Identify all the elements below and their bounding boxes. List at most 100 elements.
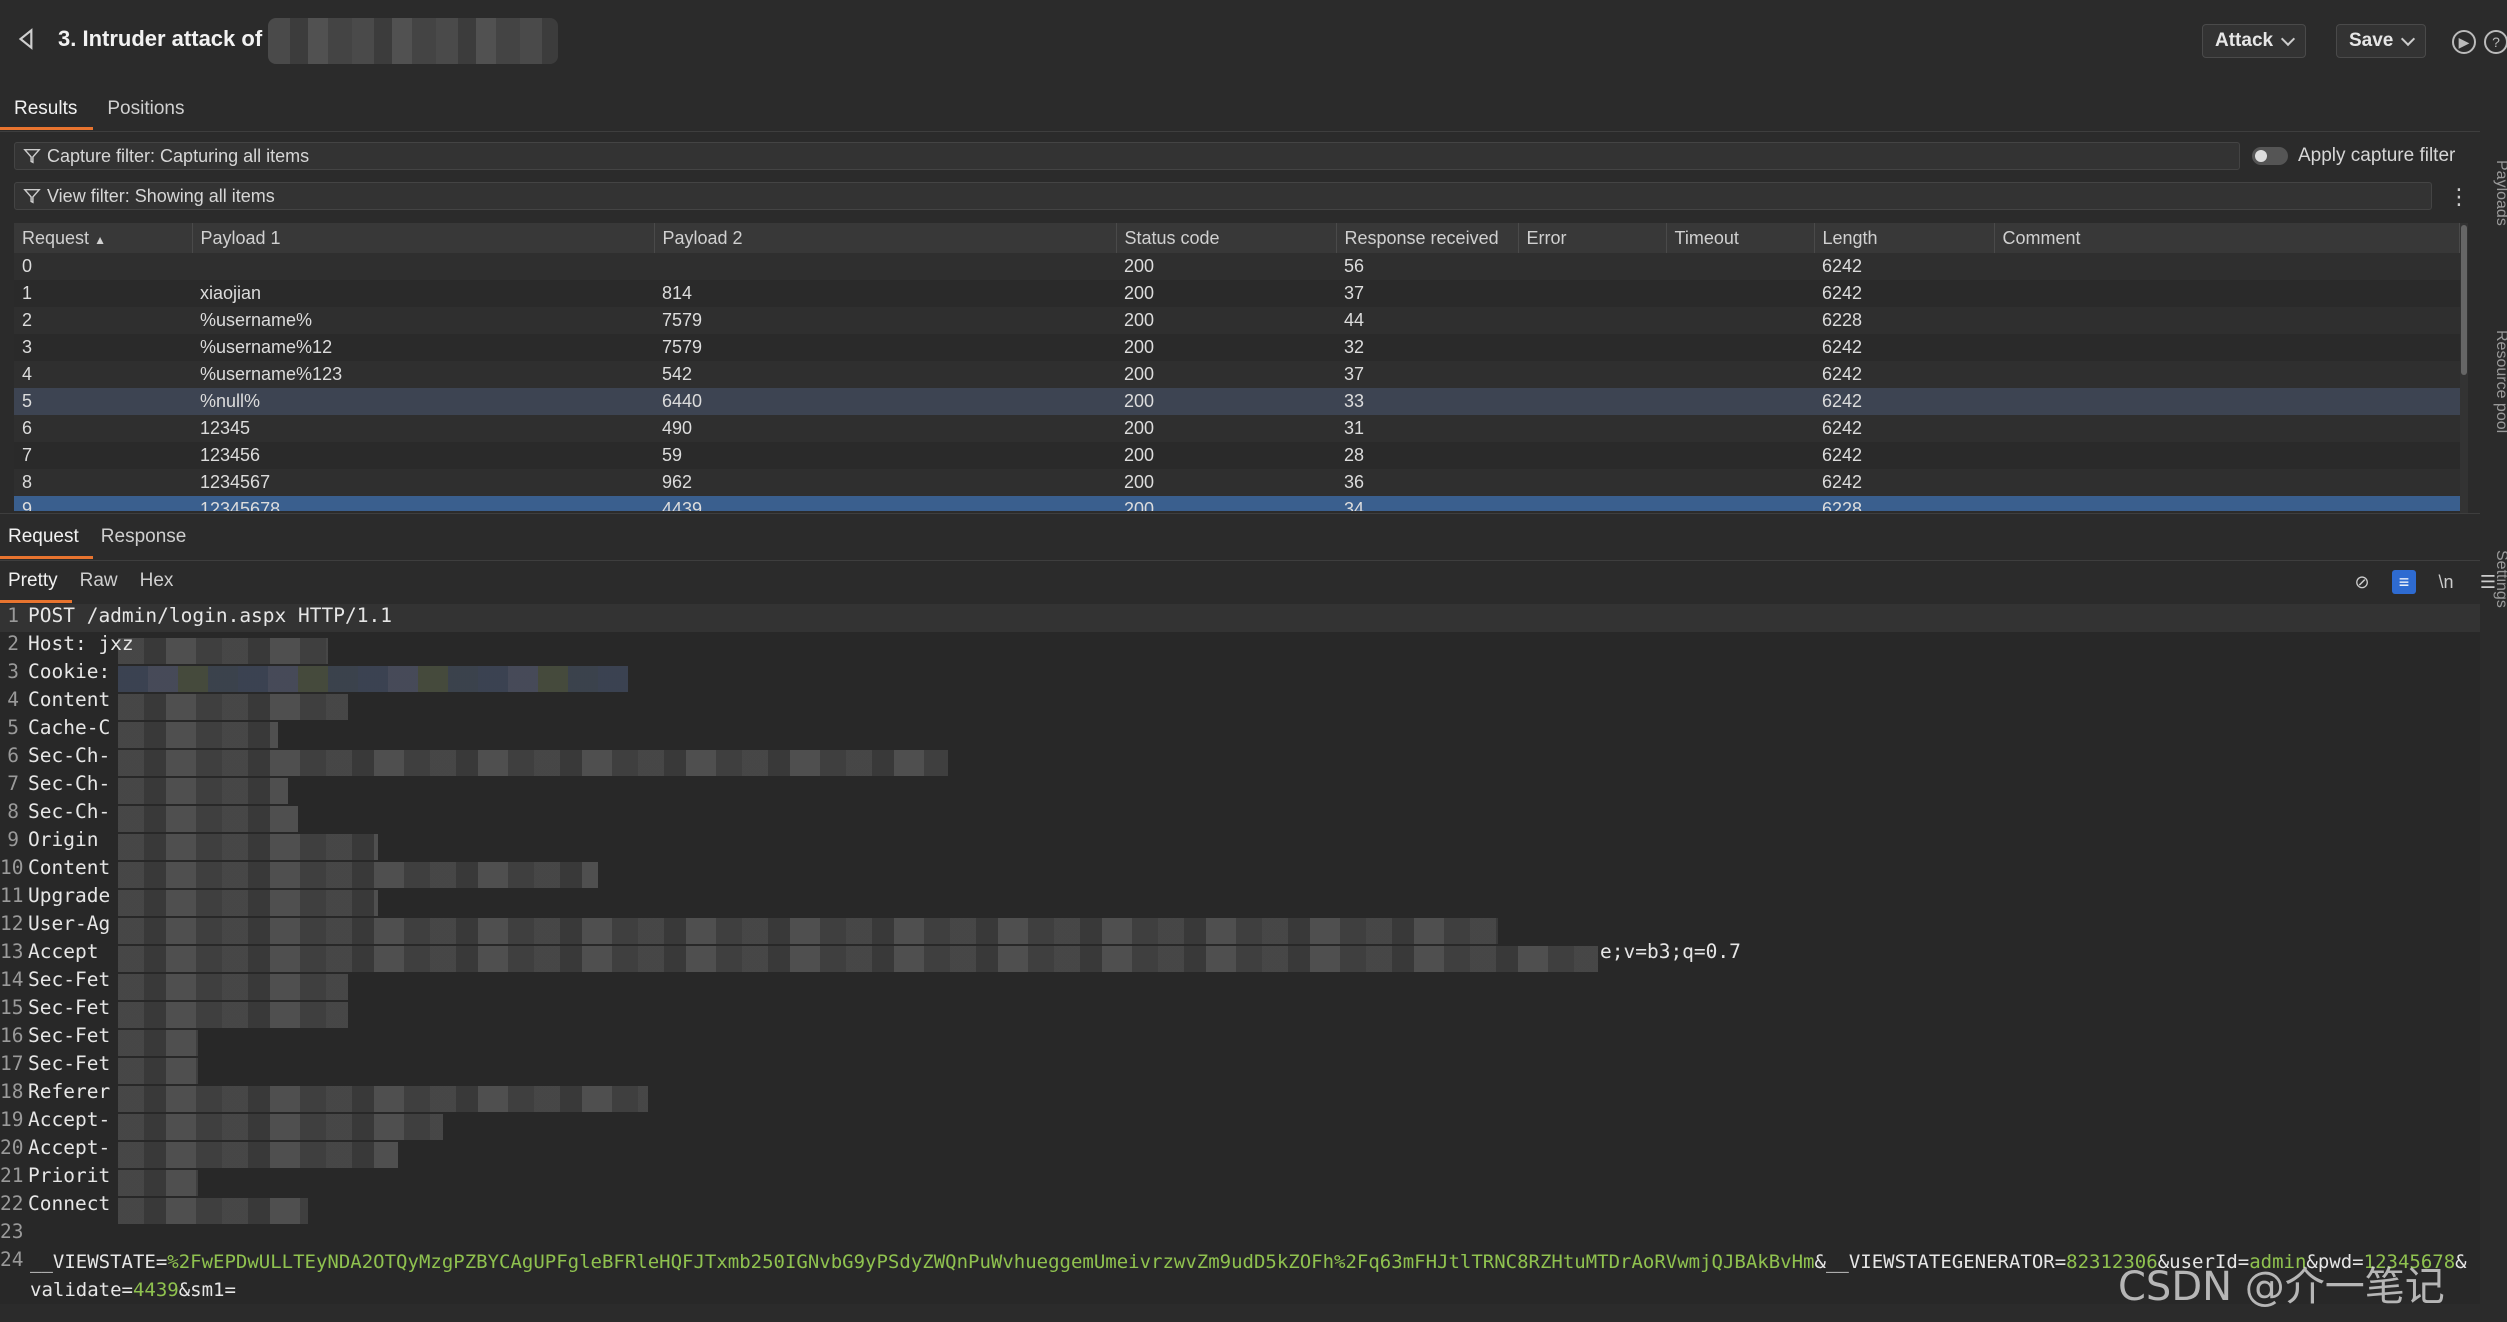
side-tab-settings[interactable]: Settings xyxy=(2492,550,2507,608)
view-filter-bar[interactable]: View filter: Showing all items xyxy=(14,182,2432,210)
request-line: 8 Sec-Ch- xyxy=(0,800,110,828)
line-content: Cookie: xyxy=(28,660,111,683)
tab-pretty[interactable]: Pretty xyxy=(0,570,72,603)
attack-menu-button[interactable]: Attack xyxy=(2202,24,2307,58)
body-param-value: 4439 xyxy=(132,1279,179,1301)
line-content: Host: jxz xyxy=(28,632,134,655)
cell-error xyxy=(1518,334,1666,361)
table-row[interactable]: 6 12345 490 200 31 6242 xyxy=(14,415,2460,442)
redacted-region xyxy=(118,778,288,804)
cell-length: 6242 xyxy=(1814,280,1994,307)
table-row[interactable]: 2 %username% 7579 200 44 6228 xyxy=(14,307,2460,334)
cell-comment xyxy=(1994,334,2460,361)
column-header-comment[interactable]: Comment xyxy=(1994,223,2460,253)
cell-request: 8 xyxy=(14,469,192,496)
tab-request[interactable]: Request xyxy=(0,526,93,559)
pane-divider[interactable] xyxy=(0,513,2480,514)
cell-request: 3 xyxy=(14,334,192,361)
line-content: Upgrade xyxy=(28,884,111,907)
cell-length: 6242 xyxy=(1814,334,1994,361)
line-number: 3 xyxy=(7,660,19,683)
table-row[interactable]: 3 %username%12 7579 200 32 6242 xyxy=(14,334,2460,361)
line-content: Sec-Fet xyxy=(28,996,111,1019)
cell-error xyxy=(1518,253,1666,280)
line-number: 16 xyxy=(0,1024,24,1047)
cell-comment xyxy=(1994,442,2460,469)
line-content: Sec-Ch- xyxy=(28,772,111,795)
request-line: 22 Connect xyxy=(0,1192,110,1220)
column-header-timeout[interactable]: Timeout xyxy=(1666,223,1815,253)
cell-request: 1 xyxy=(14,280,192,307)
tab-raw[interactable]: Raw xyxy=(72,570,132,603)
cell-length: 6228 xyxy=(1814,307,1994,334)
table-row[interactable]: 1 xiaojian 814 200 37 6242 xyxy=(14,280,2460,307)
redacted-region xyxy=(118,1198,308,1224)
back-arrow-icon[interactable] xyxy=(14,26,40,52)
body-param-value: %2FwEPDwULLTEyNDA2OTQyMzgPZBYCAgUPFgleBF… xyxy=(167,1251,1815,1273)
cell-response-received: 44 xyxy=(1336,307,1518,334)
cell-error xyxy=(1518,280,1666,307)
request-line: 11 Upgrade xyxy=(0,884,110,912)
help-icon[interactable]: ? xyxy=(2484,30,2507,54)
line-content: Accept xyxy=(28,940,99,963)
redacted-target xyxy=(268,18,558,64)
cell-response-received: 37 xyxy=(1336,361,1518,388)
table-row[interactable]: 7 123456 59 200 28 6242 xyxy=(14,442,2460,469)
request-line: 20 Accept- xyxy=(0,1136,110,1164)
column-header-error[interactable]: Error xyxy=(1518,223,1667,253)
column-header-status-code[interactable]: Status code xyxy=(1116,223,1337,253)
tab-hex[interactable]: Hex xyxy=(132,570,188,603)
line-number: 2 xyxy=(7,632,19,655)
line-number: 20 xyxy=(0,1136,24,1159)
line-number: 11 xyxy=(0,884,24,907)
table-row[interactable]: 5 %null% 6440 200 33 6242 xyxy=(14,388,2460,415)
request-line: 3 Cookie: xyxy=(0,660,110,688)
capture-filter-bar[interactable]: Capture filter: Capturing all items xyxy=(14,142,2240,170)
column-header-response-received[interactable]: Response received xyxy=(1336,223,1519,253)
redacted-region xyxy=(118,806,298,832)
play-icon[interactable]: ▶ xyxy=(2452,30,2476,54)
side-tab-payloads[interactable]: Payloads xyxy=(2492,160,2507,226)
cell-status-code: 200 xyxy=(1116,415,1336,442)
table-row[interactable]: 9 12345678 4439 200 34 6228 xyxy=(14,496,2460,511)
accept-header-tail: e;v=b3;q=0.7 xyxy=(1600,940,1741,963)
request-editor[interactable]: 1 POST /admin/login.aspx HTTP/1.1 2 Host: j… xyxy=(0,604,2480,1304)
cell-status-code: 200 xyxy=(1116,361,1336,388)
line-content: Content xyxy=(28,856,111,879)
cell-error xyxy=(1518,361,1666,388)
line-content: Accept- xyxy=(28,1108,111,1131)
request-line: 21 Priorit xyxy=(0,1164,110,1192)
cell-length: 6242 xyxy=(1814,469,1994,496)
table-row[interactable]: 0 200 56 6242 xyxy=(14,253,2460,280)
newline-toggle-icon[interactable]: \n xyxy=(2434,570,2458,594)
line-content: Origin xyxy=(28,828,99,851)
cell-comment xyxy=(1994,280,2460,307)
redacted-region xyxy=(118,918,1498,944)
apply-capture-filter-toggle[interactable] xyxy=(2252,147,2288,165)
line-number: 6 xyxy=(7,744,19,767)
save-menu-button[interactable]: Save xyxy=(2336,24,2427,58)
column-header-length[interactable]: Length xyxy=(1814,223,1995,253)
column-header-request[interactable]: Request ▲ xyxy=(14,223,193,253)
cell-error xyxy=(1518,388,1666,415)
side-tab-resource-pool[interactable]: Resource pool xyxy=(2492,330,2507,433)
table-row[interactable]: 4 %username%123 542 200 37 6242 xyxy=(14,361,2460,388)
column-header-payload-1[interactable]: Payload 1 xyxy=(192,223,655,253)
table-row[interactable]: 8 1234567 962 200 36 6242 xyxy=(14,469,2460,496)
cell-payload-1: %username%123 xyxy=(192,361,654,388)
tab-positions[interactable]: Positions xyxy=(93,94,200,130)
redacted-region xyxy=(118,1030,198,1056)
hide-nonprintable-icon[interactable]: ⊘ xyxy=(2350,570,2374,594)
column-header-payload-2[interactable]: Payload 2 xyxy=(654,223,1117,253)
cell-length: 6242 xyxy=(1814,388,1994,415)
tab-results[interactable]: Results xyxy=(0,94,94,130)
cell-length: 6242 xyxy=(1814,361,1994,388)
cell-payload-1: %null% xyxy=(192,388,654,415)
word-wrap-icon[interactable]: ≡ xyxy=(2392,570,2416,594)
line-number: 10 xyxy=(0,856,24,879)
results-scrollbar[interactable] xyxy=(2460,223,2468,513)
cell-status-code: 200 xyxy=(1116,280,1336,307)
tab-response[interactable]: Response xyxy=(93,526,201,559)
request-line: 12 User-Ag xyxy=(0,912,110,940)
more-options-icon[interactable]: ⋮ xyxy=(2448,184,2470,210)
